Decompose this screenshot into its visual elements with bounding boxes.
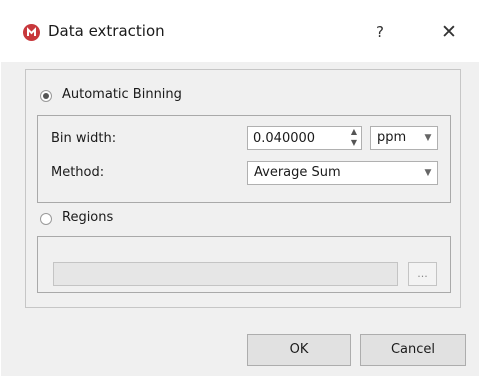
bin-width-input[interactable]	[247, 126, 362, 150]
ok-button[interactable]: OK	[247, 334, 351, 366]
app-logo-icon	[23, 24, 40, 41]
regions-label[interactable]: Regions	[62, 210, 113, 225]
regions-path-field[interactable]	[53, 262, 398, 286]
regions-radio[interactable]	[40, 213, 52, 225]
title-bar: Data extraction ? ✕	[0, 0, 481, 62]
chevron-down-icon: ▼	[424, 168, 432, 178]
window-title: Data extraction	[48, 22, 165, 40]
browse-button[interactable]: ...	[408, 262, 437, 286]
help-icon[interactable]: ?	[367, 20, 393, 44]
extraction-options-group: Automatic Binning Bin width: ▲ ▼ ppm ▼ M…	[25, 69, 461, 308]
close-icon[interactable]: ✕	[436, 20, 462, 44]
method-label: Method:	[51, 165, 105, 180]
method-select[interactable]: Average Sum ▼	[247, 161, 438, 185]
unit-select[interactable]: ppm ▼	[370, 126, 438, 150]
automatic-binning-label[interactable]: Automatic Binning	[62, 87, 182, 102]
chevron-down-icon[interactable]: ▼	[349, 138, 359, 148]
unit-select-value: ppm	[377, 130, 407, 145]
method-select-value: Average Sum	[254, 165, 341, 180]
automatic-binning-radio[interactable]	[40, 90, 52, 102]
cancel-button[interactable]: Cancel	[360, 334, 466, 366]
chevron-down-icon: ▼	[424, 133, 432, 143]
regions-settings-box: ...	[37, 236, 451, 293]
bin-width-label: Bin width:	[51, 131, 117, 146]
bin-width-spinner: ▲ ▼	[348, 126, 360, 150]
binning-settings-box: Bin width: ▲ ▼ ppm ▼ Method: Average Sum…	[37, 115, 451, 203]
chevron-up-icon[interactable]: ▲	[349, 127, 359, 137]
